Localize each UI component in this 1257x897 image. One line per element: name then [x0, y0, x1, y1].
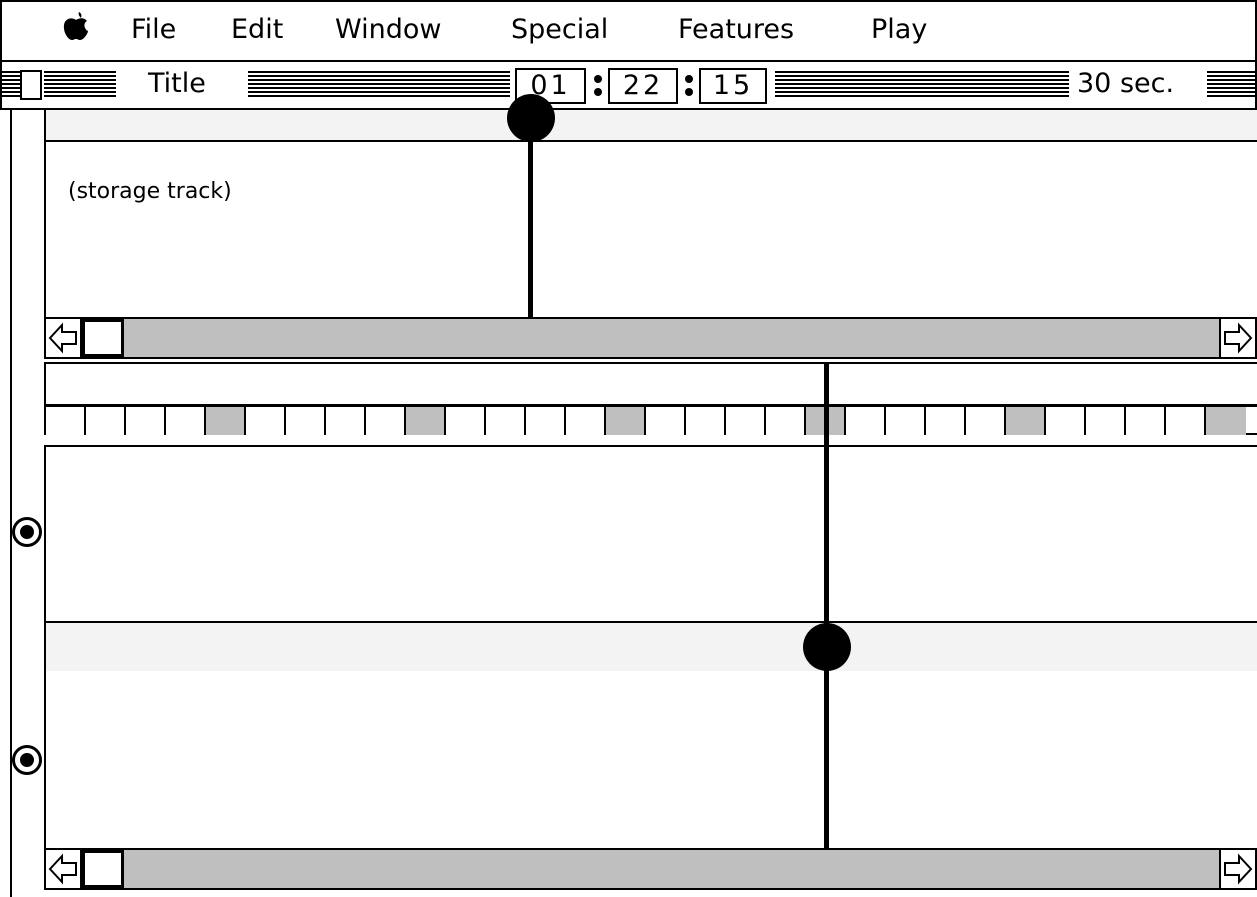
timeline-segment[interactable]	[326, 407, 366, 435]
timeline-segment[interactable]	[406, 407, 446, 435]
upper-playhead-band	[44, 110, 1257, 142]
timeline-segment[interactable]	[926, 407, 966, 435]
timeline-header[interactable]	[44, 362, 1257, 406]
track-2-panel[interactable]	[44, 671, 1257, 851]
title-bar-stripes	[2, 71, 22, 99]
timeline-segment[interactable]	[366, 407, 406, 435]
timecode-colon-icon	[594, 75, 602, 97]
lower-playhead-knob[interactable]	[803, 623, 851, 671]
timeline-segment[interactable]	[86, 407, 126, 435]
left-arrow-icon[interactable]	[46, 850, 82, 888]
timecode-minutes-field[interactable]: 22	[608, 68, 678, 104]
upper-playhead-line	[528, 112, 533, 317]
timeline-segment[interactable]	[1166, 407, 1206, 435]
timeline-segment[interactable]	[446, 407, 486, 435]
timeline-segment[interactable]	[46, 407, 86, 435]
timeline-segment[interactable]	[1206, 407, 1246, 435]
timeline-segment[interactable]	[246, 407, 286, 435]
track-1-panel[interactable]	[44, 445, 1257, 625]
timeline-segment[interactable]	[1086, 407, 1126, 435]
title-bar-stripes	[248, 71, 510, 99]
upper-playhead-knob[interactable]	[507, 94, 555, 142]
timeline-segment[interactable]	[766, 407, 806, 435]
left-arrow-icon[interactable]	[46, 319, 82, 357]
lower-horizontal-scrollbar[interactable]	[44, 848, 1257, 890]
timeline-segment[interactable]	[846, 407, 886, 435]
timeline-segment[interactable]	[726, 407, 766, 435]
menu-window[interactable]: Window	[335, 14, 441, 46]
timeline-segment[interactable]	[1046, 407, 1086, 435]
title-bar-stripes	[44, 71, 116, 99]
timeline-segment-strip[interactable]	[44, 405, 1257, 435]
timeline-segment[interactable]	[1006, 407, 1046, 435]
timeline-segment[interactable]	[286, 407, 326, 435]
radio-selected-icon[interactable]	[12, 745, 42, 775]
timeline-segment[interactable]	[886, 407, 926, 435]
right-arrow-icon[interactable]	[1219, 850, 1255, 888]
timeline-segment[interactable]	[486, 407, 526, 435]
lower-playhead-line	[824, 364, 829, 848]
menu-play[interactable]: Play	[871, 14, 927, 46]
radio-selected-icon[interactable]	[12, 517, 42, 547]
window-left-edge	[10, 110, 12, 897]
timeline-segment[interactable]	[206, 407, 246, 435]
timeline-segment[interactable]	[966, 407, 1006, 435]
title-bar-stripes	[1207, 71, 1255, 99]
timeline-segment[interactable]	[606, 407, 646, 435]
title-bar-stripes	[775, 71, 1069, 99]
apple-icon[interactable]	[62, 12, 90, 50]
storage-track-panel[interactable]: (storage track)	[44, 140, 1257, 320]
menu-file[interactable]: File	[131, 14, 176, 46]
window-title-bar[interactable]: Title 01 22 15 30 sec.	[0, 60, 1257, 110]
time-scale-label[interactable]: 30 sec.	[1077, 67, 1175, 101]
menu-special[interactable]: Special	[511, 14, 608, 46]
timeline-segment[interactable]	[1126, 407, 1166, 435]
menu-features[interactable]: Features	[678, 14, 794, 46]
timecode-colon-icon	[685, 75, 693, 97]
timeline-segment[interactable]	[646, 407, 686, 435]
scroll-thumb[interactable]	[82, 319, 124, 357]
close-box-icon[interactable]	[20, 70, 42, 100]
timecode-seconds-field[interactable]: 15	[699, 68, 767, 104]
window-title: Title	[148, 67, 206, 101]
upper-horizontal-scrollbar[interactable]	[44, 317, 1257, 359]
scroll-thumb[interactable]	[82, 850, 124, 888]
lower-playhead-band	[44, 621, 1257, 673]
timeline-segment[interactable]	[526, 407, 566, 435]
timeline-segment[interactable]	[126, 407, 166, 435]
right-arrow-icon[interactable]	[1219, 319, 1255, 357]
timeline-segment[interactable]	[566, 407, 606, 435]
timeline-segment[interactable]	[686, 407, 726, 435]
menu-edit[interactable]: Edit	[231, 14, 283, 46]
timeline-segment[interactable]	[166, 407, 206, 435]
storage-track-label: (storage track)	[68, 179, 232, 204]
menu-bar: File Edit Window Special Features Play	[0, 0, 1257, 60]
